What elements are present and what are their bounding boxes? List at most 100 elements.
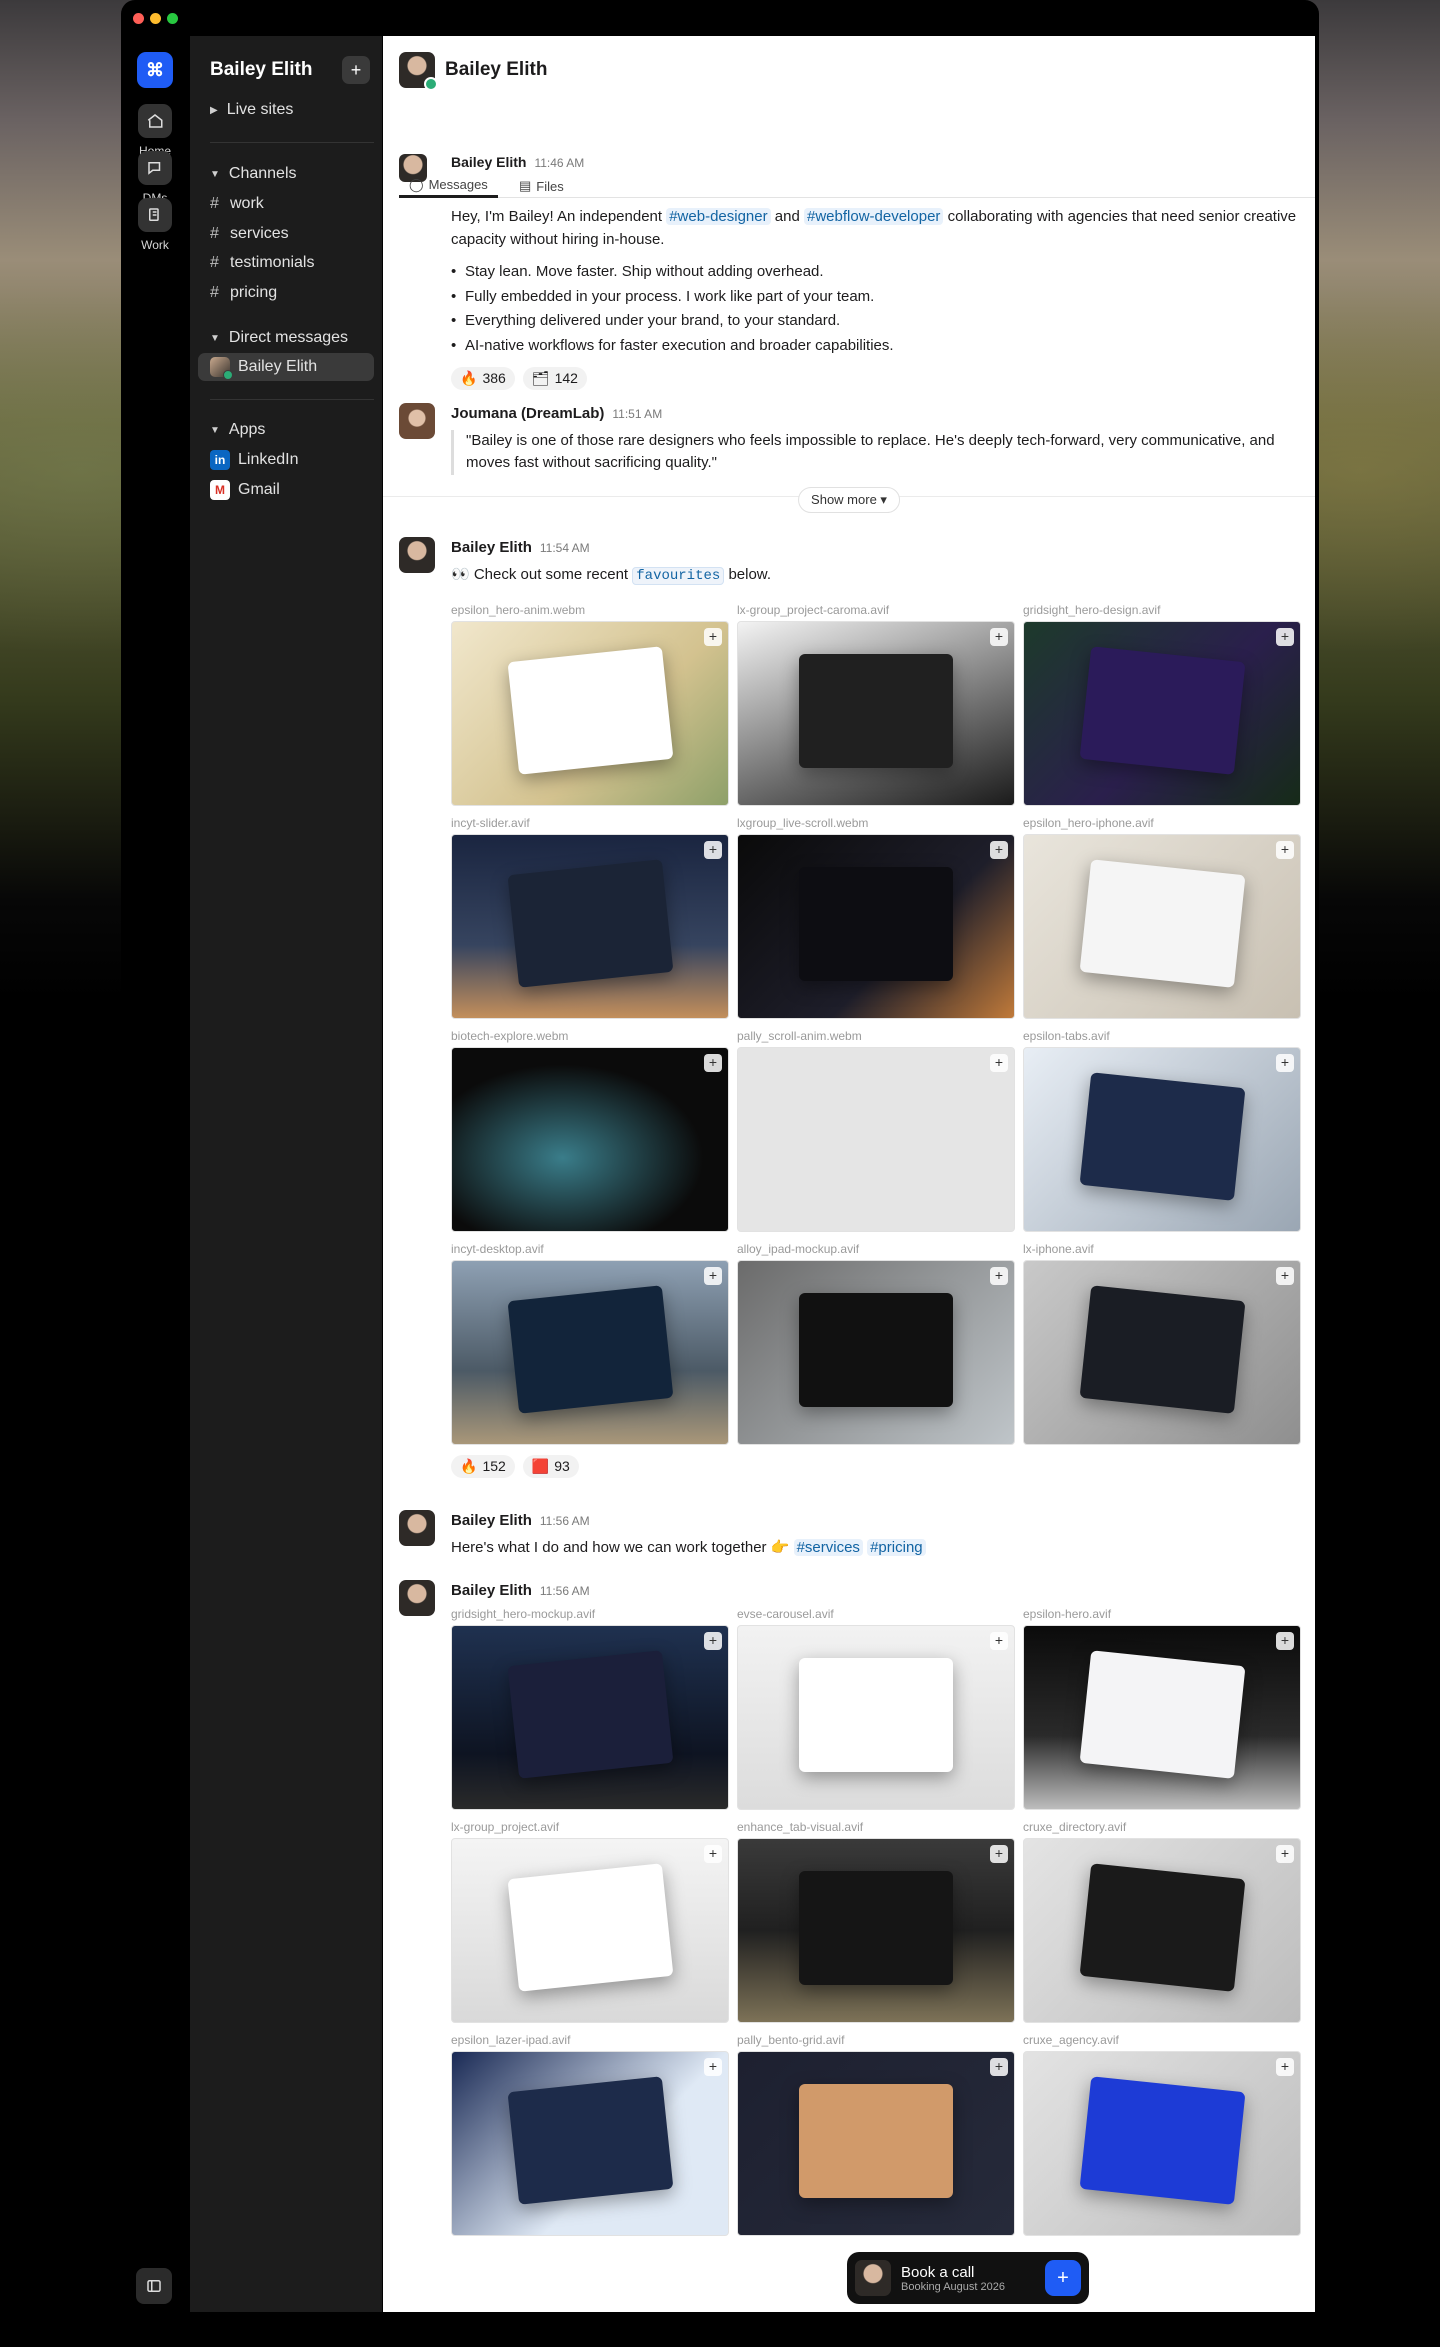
file-tile[interactable]: lx-group_project.avif + [451,1818,729,2023]
add-icon[interactable]: + [704,1266,722,1285]
add-icon[interactable]: + [704,840,722,859]
add-icon[interactable]: + [990,1266,1008,1285]
workspace-logo[interactable]: ⌘ [137,52,173,88]
tag-webflow-developer[interactable]: #webflow-developer [804,208,944,225]
file-thumbnail[interactable]: + [1023,1624,1301,1810]
tag-web-designer[interactable]: #web-designer [666,208,771,225]
sidebar-item-linkedin[interactable]: in LinkedIn [210,446,374,474]
file-tile[interactable]: epsilon_hero-iphone.avif + [1023,814,1301,1019]
sidebar-item-services[interactable]: # services [210,220,374,248]
add-icon[interactable]: + [1276,1266,1294,1285]
dm-header[interactable]: ▼ Direct messages [210,324,374,352]
sidebar-toggle-button[interactable] [136,2268,172,2304]
file-thumbnail[interactable]: + [737,1046,1015,1232]
sidebar-item-testimonials[interactable]: # testimonials [210,249,374,277]
file-tile[interactable]: epsilon-tabs.avif + [1023,1027,1301,1232]
add-icon[interactable]: + [1276,2057,1294,2076]
book-call-bar[interactable]: Book a call Booking August 2026 + [847,2252,1089,2304]
file-tile[interactable]: pally_scroll-anim.webm + [737,1027,1015,1232]
apps-header[interactable]: ▼ Apps [210,416,374,444]
file-thumbnail[interactable]: + [451,620,729,806]
add-icon[interactable]: + [990,2057,1008,2076]
author-name[interactable]: Joumana (DreamLab) [451,405,604,422]
add-icon[interactable]: + [704,627,722,646]
file-thumbnail[interactable]: + [1023,620,1301,806]
file-thumbnail[interactable]: + [451,2050,729,2236]
file-thumbnail[interactable]: + [1023,833,1301,1019]
file-tile[interactable]: gridsight_hero-design.avif + [1023,601,1301,806]
file-thumbnail[interactable]: + [737,2050,1015,2236]
zoom-window-button[interactable] [167,13,178,24]
add-icon[interactable]: + [990,1053,1008,1072]
file-tile[interactable]: epsilon_lazer-ipad.avif + [451,2031,729,2236]
author-name[interactable]: Bailey Elith [451,1582,532,1599]
file-tile[interactable]: alloy_ipad-mockup.avif + [737,1240,1015,1445]
reaction-folder[interactable]: 🗂 142 [522,367,587,390]
add-icon[interactable]: + [704,1631,722,1650]
add-icon[interactable]: + [704,1053,722,1072]
sidebar-item-live-sites[interactable]: ▶ Live sites [210,96,374,124]
sidebar-item-pricing[interactable]: # pricing [210,279,374,307]
avatar[interactable] [399,52,438,91]
channels-header[interactable]: ▼ Channels [210,160,374,188]
file-tile[interactable]: pally_bento-grid.avif + [737,2031,1015,2236]
file-thumbnail[interactable]: + [737,620,1015,806]
file-tile[interactable]: cruxe_agency.avif + [1023,2031,1301,2236]
author-name[interactable]: Bailey Elith [451,539,532,556]
add-icon[interactable]: + [1276,627,1294,646]
file-tile[interactable]: evse-carousel.avif + [737,1605,1015,1810]
avatar[interactable] [399,537,435,573]
sidebar-item-gmail[interactable]: M Gmail [210,476,374,504]
file-tile[interactable]: gridsight_hero-mockup.avif + [451,1605,729,1810]
add-icon[interactable]: + [990,1844,1008,1863]
add-icon[interactable]: + [990,840,1008,859]
add-icon[interactable]: + [1276,1631,1294,1650]
rail-item-home[interactable]: Home [121,104,189,158]
file-tile[interactable]: lx-iphone.avif + [1023,1240,1301,1445]
file-tile[interactable]: incyt-desktop.avif + [451,1240,729,1445]
add-button[interactable]: + [342,56,370,84]
add-icon[interactable]: + [704,1844,722,1863]
add-icon[interactable]: + [704,2057,722,2076]
minimize-window-button[interactable] [150,13,161,24]
add-icon[interactable]: + [990,1631,1008,1650]
author-name[interactable]: Bailey Elith [451,1512,532,1529]
file-thumbnail[interactable]: + [1023,1259,1301,1445]
file-tile[interactable]: cruxe_directory.avif + [1023,1818,1301,2023]
file-thumbnail[interactable]: + [451,1624,729,1810]
file-tile[interactable]: biotech-explore.webm + [451,1027,729,1232]
rail-item-work[interactable]: Work [121,198,189,252]
reaction-square[interactable]: 🟥 93 [522,1454,579,1478]
file-thumbnail[interactable]: + [451,1259,729,1445]
tab-files[interactable]: ▤ Files [519,174,564,198]
page-title[interactable]: Bailey Elith [445,59,547,81]
add-icon[interactable]: + [1276,1053,1294,1072]
tag-pricing[interactable]: #pricing [867,1538,926,1556]
tab-messages[interactable]: ◯ Messages [399,174,498,198]
rail-item-dms[interactable]: DMs [121,151,189,205]
file-thumbnail[interactable]: + [1023,2050,1301,2236]
file-tile[interactable]: epsilon-hero.avif + [1023,1605,1301,1810]
avatar[interactable] [399,1510,435,1546]
file-tile[interactable]: incyt-slider.avif + [451,814,729,1019]
book-call-button[interactable]: + [1045,2260,1081,2296]
file-thumbnail[interactable]: + [1023,1046,1301,1232]
file-tile[interactable]: lx-group_project-caroma.avif + [737,601,1015,806]
file-thumbnail[interactable]: + [737,833,1015,1019]
file-tile[interactable]: enhance_tab-visual.avif + [737,1818,1015,2023]
workspace-title[interactable]: Bailey Elith [210,59,312,81]
avatar[interactable] [399,403,435,439]
sidebar-item-work[interactable]: # work [210,190,374,218]
file-thumbnail[interactable]: + [737,1259,1015,1445]
file-thumbnail[interactable]: + [737,1624,1015,1810]
file-tile[interactable]: lxgroup_live-scroll.webm + [737,814,1015,1019]
add-icon[interactable]: + [990,627,1008,646]
file-tile[interactable]: epsilon_hero-anim.webm + [451,601,729,806]
close-window-button[interactable] [133,13,144,24]
show-more-button[interactable]: Show more ▾ [798,487,900,513]
sidebar-item-dm-bailey[interactable]: Bailey Elith [198,353,374,381]
reaction-fire[interactable]: 🔥 152 [451,1454,515,1478]
file-thumbnail[interactable]: + [451,1837,729,2023]
file-thumbnail[interactable]: + [451,833,729,1019]
file-thumbnail[interactable]: + [737,1837,1015,2023]
